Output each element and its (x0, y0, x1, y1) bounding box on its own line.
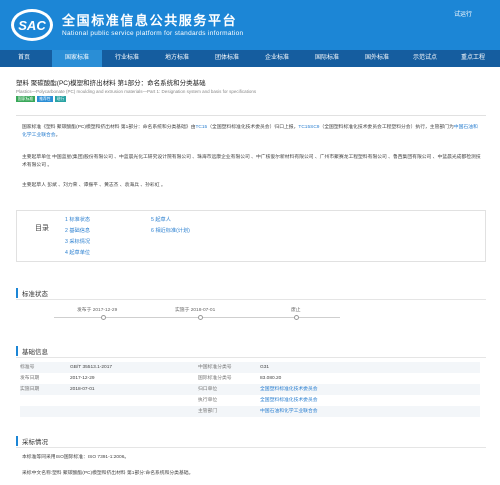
info-key: 标准号 (20, 365, 35, 370)
timeline-label-publish: 发布于 2017-12-29 (77, 308, 118, 313)
toc-item-similar-standards[interactable]: 6 相近标准(计划) (151, 227, 190, 234)
drafters-paragraph: 主要起草人 彭斌 、刘力荣 、谭振平 、黄志杰 、袁海兵 、孙彩虹 。 (22, 183, 166, 188)
nav-enterprise-standards[interactable]: 企业标准 (252, 50, 302, 67)
info-value-link[interactable]: 全国塑料标准化技术委员会 (260, 384, 318, 395)
info-key: 归口单位 (198, 387, 218, 392)
tc15sc9-link[interactable]: TC15SC9 (298, 125, 319, 130)
adoption-line-2: 采标中文名称:塑料 聚碳酸酯(PC)模塑和挤出材料 第1部分:命名系统和分类基础… (22, 471, 194, 476)
timeline-label-implement: 实施于 2018-07-01 (175, 308, 216, 313)
site-subtitle: National public service platform for sta… (62, 30, 244, 37)
intro-text: （全国塑料标准化技术委员会工程塑料分会）执行，主管部门为 (319, 125, 454, 130)
main-nav: 首页 国家标准 行业标准 地方标准 团体标准 企业标准 国际标准 国外标准 示范… (0, 50, 500, 67)
toc-item-basic-info[interactable]: 2 基础信息 (65, 227, 90, 234)
info-row: 主管部门 中国石油和化学工业联合会 (20, 406, 480, 417)
info-row: 执行单位 全国塑料标准化技术委员会 (20, 395, 480, 406)
section-title-status: 标准状态 (16, 288, 48, 298)
info-value: GB/T 35513.1-2017 (70, 365, 113, 370)
nav-industry-standards[interactable]: 行业标准 (102, 50, 152, 67)
toc-item-drafting-units[interactable]: 4 起草单位 (65, 249, 90, 256)
timeline-dot-publish (101, 315, 106, 320)
timeline-dot-implement (198, 315, 203, 320)
nav-group-standards[interactable]: 团体标准 (202, 50, 252, 67)
intro-paragraph-1: 国家标准《塑料 聚碳酸酯(PC)模塑和挤出材料 第1部分：命名系统和分类基础》由… (22, 124, 482, 140)
info-key: 主管部门 (198, 409, 218, 414)
nav-pilot-demo[interactable]: 示范试点 (402, 50, 448, 67)
section-title-basic-info: 基础信息 (16, 346, 48, 356)
nav-national-standards[interactable]: 国家标准 (52, 50, 102, 67)
info-value: 83.080.20 (260, 376, 282, 381)
tag-recommended: 推荐性 (37, 96, 53, 102)
info-value: 2017-12-29 (70, 376, 95, 381)
tag-current: 现行 (54, 96, 67, 102)
toc-item-drafters[interactable]: 5 起草人 (151, 216, 171, 223)
timeline-label-abolish: 废止 (291, 308, 301, 313)
intro-text: 国家标准《塑料 聚碳酸酯(PC)模塑和挤出材料 第1部分：命名系统和分类基础》由 (22, 125, 196, 130)
standard-title-en: Plastics—Polycarbonate (PC) moulding and… (16, 89, 257, 94)
intro-text: 。 (55, 133, 61, 138)
tag-national-standard: 国家标准 (16, 96, 36, 102)
sac-logo-icon[interactable]: SAC (9, 7, 55, 43)
logo-text: SAC (18, 18, 46, 33)
adoption-line-1: 本标准等同采用ISO国际标准：ISO 7391-1:2006。 (22, 455, 130, 460)
info-value: 2018-07-01 (70, 387, 95, 392)
info-value-link[interactable]: 中国石油和化学工业联合会 (260, 406, 318, 417)
standard-title: 塑料 聚碳酸酯(PC)模塑和挤出材料 第1部分：命名系统和分类基础 (16, 80, 206, 87)
standard-tags: 国家标准 推荐性 现行 (16, 96, 486, 103)
toc-item-adoption[interactable]: 3 采标情况 (65, 238, 90, 245)
drafting-units-paragraph: 主要起草单位 中国蓝星(集团)股份有限公司 、中蓝晨光化工研究设计院有限公司 、… (22, 155, 481, 168)
toc-label: 目录 (35, 225, 49, 232)
info-key: 执行单位 (198, 398, 218, 403)
info-key: 实施日期 (20, 387, 40, 392)
intro-text: （全国塑料标准化技术委员会）归口上报， (207, 125, 299, 130)
toc-item-status[interactable]: 1 标准状态 (65, 216, 90, 223)
info-value: G31 (260, 365, 270, 370)
nav-local-standards[interactable]: 地方标准 (152, 50, 202, 67)
trial-run-badge: 试运行 (454, 12, 473, 18)
info-key: 中国标准分类号 (198, 365, 232, 370)
info-row: 实施日期 2018-07-01 归口单位 全国塑料标准化技术委员会 (20, 384, 480, 395)
tc15-link[interactable]: TC15 (196, 125, 208, 130)
info-value-link[interactable]: 全国塑料标准化技术委员会 (260, 395, 318, 406)
section-title-adoption: 采标情况 (16, 436, 48, 446)
info-key: 发布日期 (20, 376, 40, 381)
nav-key-projects[interactable]: 重点工程 (448, 50, 498, 67)
nav-international-standards[interactable]: 国际标准 (302, 50, 352, 67)
table-of-contents: 目录 1 标准状态 2 基础信息 3 采标情况 4 起草单位 5 起草人 6 相… (16, 210, 486, 262)
info-row: 标准号 GB/T 35513.1-2017 中国标准分类号 G31 (20, 362, 480, 373)
site-header: SAC 全国标准信息公共服务平台 National public service… (0, 0, 500, 50)
site-title: 全国标准信息公共服务平台 (62, 13, 238, 28)
nav-home[interactable]: 首页 (0, 50, 48, 67)
divider (16, 115, 486, 116)
section-divider (16, 299, 486, 300)
info-key: 国际标准分类号 (198, 376, 232, 381)
timeline-dot-abolish (294, 315, 299, 320)
section-divider (16, 357, 486, 358)
nav-foreign-standards[interactable]: 国外标准 (352, 50, 402, 67)
info-row: 发布日期 2017-12-29 国际标准分类号 83.080.20 (20, 373, 480, 384)
section-divider (16, 447, 486, 448)
standard-title-block: 塑料 聚碳酸酯(PC)模塑和挤出材料 第1部分：命名系统和分类基础 Plasti… (16, 77, 486, 103)
